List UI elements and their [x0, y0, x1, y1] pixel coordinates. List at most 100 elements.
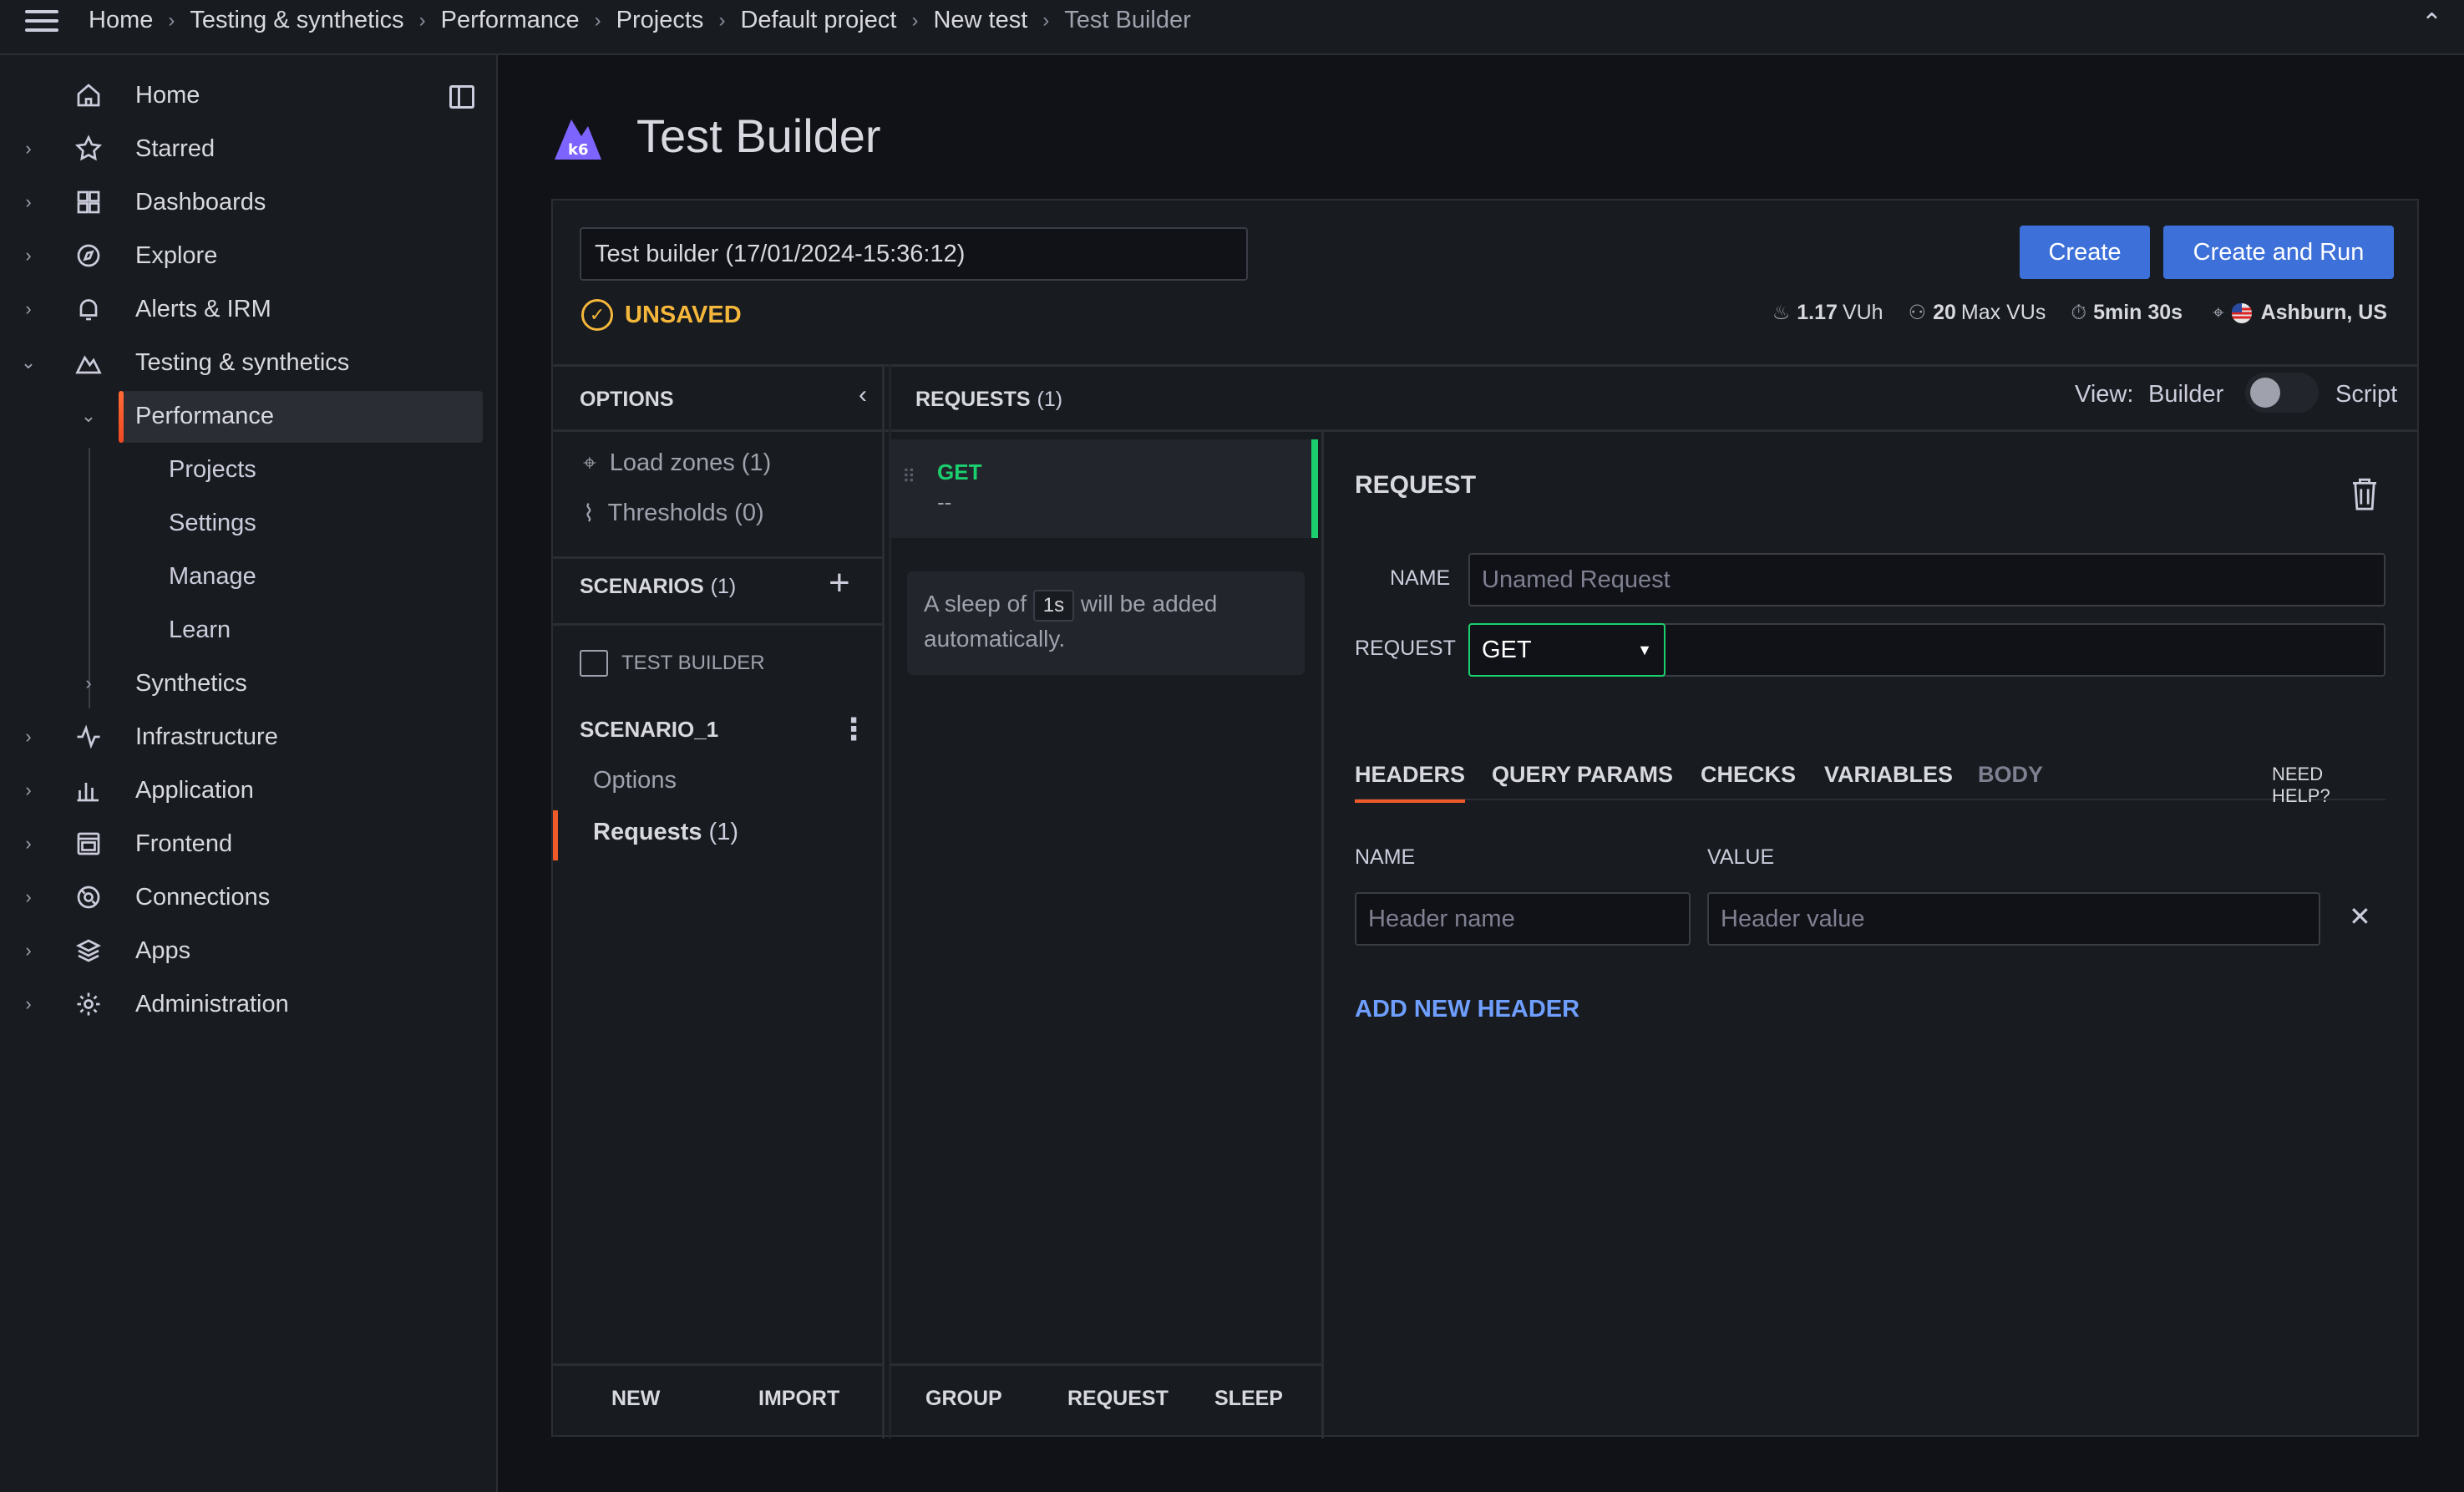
add-scenario-icon[interactable]: + — [829, 565, 850, 601]
load-zones-item[interactable]: ⌖ Load zones (1) — [583, 449, 771, 477]
sidebar-item-settings[interactable]: Settings — [169, 498, 256, 548]
header-value-input[interactable]: Header value — [1707, 892, 2320, 946]
chevron-right-icon[interactable]: › — [18, 779, 38, 801]
view-builder-label[interactable]: Builder — [2148, 381, 2223, 409]
header-value-column: VALUE — [1707, 845, 1775, 869]
chevron-right-icon[interactable]: › — [18, 940, 38, 962]
chevron-right-icon[interactable]: › — [18, 993, 38, 1015]
chevron-down-icon[interactable]: ⌄ — [79, 405, 99, 427]
sidebar-item-frontend[interactable]: › Frontend — [0, 819, 484, 869]
sidebar-item-alerts[interactable]: › Alerts & IRM — [0, 284, 484, 334]
scenario-options-item[interactable]: Options — [593, 767, 677, 794]
sidebar-item-label: Administration — [135, 990, 289, 1018]
tab-query-params[interactable]: QUERY PARAMS — [1492, 762, 1673, 788]
dashboards-icon — [77, 190, 100, 214]
add-request-button[interactable]: REQUEST — [1067, 1387, 1169, 1411]
thresholds-label: Thresholds (0) — [607, 500, 764, 526]
header-name-input[interactable]: Header name — [1355, 892, 1691, 946]
chevron-down-icon[interactable]: ⌄ — [18, 352, 38, 373]
chevron-right-icon[interactable]: › — [18, 726, 38, 748]
sidebar-item-connections[interactable]: › Connections — [0, 872, 484, 922]
chevron-right-icon[interactable]: › — [18, 138, 38, 160]
request-url: -- — [937, 490, 952, 515]
chevron-right-icon[interactable]: › — [18, 191, 38, 213]
tab-checks[interactable]: CHECKS — [1701, 762, 1796, 788]
sleep-prefix: A sleep of — [924, 591, 1027, 617]
chevron-right-icon: › — [718, 8, 726, 32]
chevron-right-icon[interactable]: › — [18, 245, 38, 266]
tab-variables[interactable]: VARIABLES — [1824, 762, 1953, 788]
menu-icon[interactable] — [25, 10, 58, 37]
sidebar-item-performance[interactable]: ⌄ Performance — [0, 391, 484, 441]
breadcrumb: Home › Testing & synthetics › Performance ›… — [89, 7, 1191, 34]
new-button[interactable]: NEW — [611, 1387, 660, 1411]
request-list-item[interactable]: ⠿ GET -- — [889, 439, 1318, 538]
breadcrumb-default-project[interactable]: Default project — [740, 7, 896, 34]
collapse-left-icon[interactable]: ‹ — [859, 381, 867, 409]
drag-handle-icon[interactable]: ⠿ — [902, 468, 915, 486]
sidebar-item-learn[interactable]: Learn — [169, 605, 231, 655]
close-icon[interactable]: ✕ — [2349, 901, 2371, 932]
sidebar-item-label: Home — [135, 81, 200, 109]
chevron-up-icon[interactable]: ⌃ — [2421, 8, 2442, 38]
top-bar: Home › Testing & synthetics › Performance ›… — [0, 0, 2464, 55]
duration-value: 5min 30s — [2093, 301, 2183, 324]
more-vertical-icon[interactable]: ⋮ — [839, 712, 869, 747]
sidebar-item-label: Frontend — [135, 830, 233, 857]
connections-icon — [77, 886, 100, 909]
sidebar-item-label: Starred — [135, 134, 215, 162]
create-button[interactable]: Create — [2020, 226, 2150, 279]
divider — [890, 1363, 1321, 1366]
test-builder-card: Test builder (17/01/2024-15:36:12) ✓ UNS… — [551, 199, 2419, 1439]
add-new-header-link[interactable]: ADD NEW HEADER — [1355, 996, 1579, 1023]
sidebar-item-testing-synthetics[interactable]: ⌄ Testing & synthetics — [0, 337, 484, 388]
breadcrumb-testing[interactable]: Testing & synthetics — [190, 7, 403, 34]
chevron-right-icon[interactable]: › — [18, 833, 38, 855]
sidebar-item-label: Explore — [135, 241, 218, 269]
group-button[interactable]: GROUP — [925, 1387, 1002, 1411]
test-builder-label: TEST BUILDER — [621, 652, 765, 674]
request-name-input[interactable]: Unamed Request — [1468, 553, 2385, 606]
request-label: REQUEST — [1355, 637, 1456, 660]
sidebar-item-projects[interactable]: Projects — [169, 444, 256, 495]
vuh-stat: ♨ 1.17 VUh — [1772, 301, 1883, 325]
sleep-value: 1s — [1032, 590, 1075, 622]
need-help-link[interactable]: NEED HELP? — [2272, 764, 2385, 807]
breadcrumb-home[interactable]: Home — [89, 7, 153, 34]
bar-chart-icon — [77, 783, 99, 802]
sidebar-item-apps[interactable]: › Apps — [0, 926, 484, 976]
sidebar-item-synthetics[interactable]: › Synthetics — [0, 658, 484, 708]
tab-body[interactable]: BODY — [1978, 762, 2043, 788]
create-and-run-button[interactable]: Create and Run — [2163, 226, 2394, 279]
view-toggle[interactable] — [2245, 373, 2319, 413]
import-button[interactable]: IMPORT — [758, 1387, 839, 1411]
test-stats: ♨ 1.17 VUh ⚇ 20 Max VUs ⏱ 5min 30s ⌖ Ash… — [1747, 301, 2392, 325]
test-name-input[interactable]: Test builder (17/01/2024-15:36:12) — [580, 227, 1248, 281]
sidebar-item-manage[interactable]: Manage — [169, 551, 256, 601]
sidebar-item-application[interactable]: › Application — [0, 765, 484, 815]
scenario-requests-item[interactable]: Requests (1) — [593, 819, 738, 846]
scenario-name[interactable]: SCENARIO_1 — [580, 717, 718, 743]
sidebar-item-infrastructure[interactable]: › Infrastructure — [0, 712, 484, 762]
sleep-button[interactable]: SLEEP — [1214, 1387, 1283, 1411]
tab-headers[interactable]: HEADERS — [1355, 762, 1466, 803]
toggle-knob — [2250, 378, 2280, 408]
sidebar-item-home[interactable]: Home — [0, 70, 484, 120]
method-select[interactable]: GET ▼ — [1468, 623, 1665, 677]
sidebar-item-explore[interactable]: › Explore — [0, 231, 484, 281]
breadcrumb-performance[interactable]: Performance — [441, 7, 580, 34]
sidebar-item-administration[interactable]: › Administration — [0, 979, 484, 1029]
chevron-right-icon: › — [594, 8, 601, 32]
test-builder-item[interactable]: TEST BUILDER — [580, 650, 765, 677]
chevron-right-icon[interactable]: › — [18, 886, 38, 908]
sidebar-item-starred[interactable]: › Starred — [0, 124, 484, 174]
breadcrumb-new-test[interactable]: New test — [933, 7, 1027, 34]
chevron-right-icon[interactable]: › — [18, 298, 38, 320]
breadcrumb-projects[interactable]: Projects — [616, 7, 704, 34]
trash-icon[interactable] — [2350, 476, 2379, 511]
thresholds-item[interactable]: ⌇ Thresholds (0) — [583, 500, 764, 527]
chevron-right-icon[interactable]: › — [79, 672, 99, 694]
sidebar-item-dashboards[interactable]: › Dashboards — [0, 177, 484, 227]
panel-separator — [1321, 429, 1324, 1439]
view-script-label[interactable]: Script — [2335, 381, 2397, 409]
